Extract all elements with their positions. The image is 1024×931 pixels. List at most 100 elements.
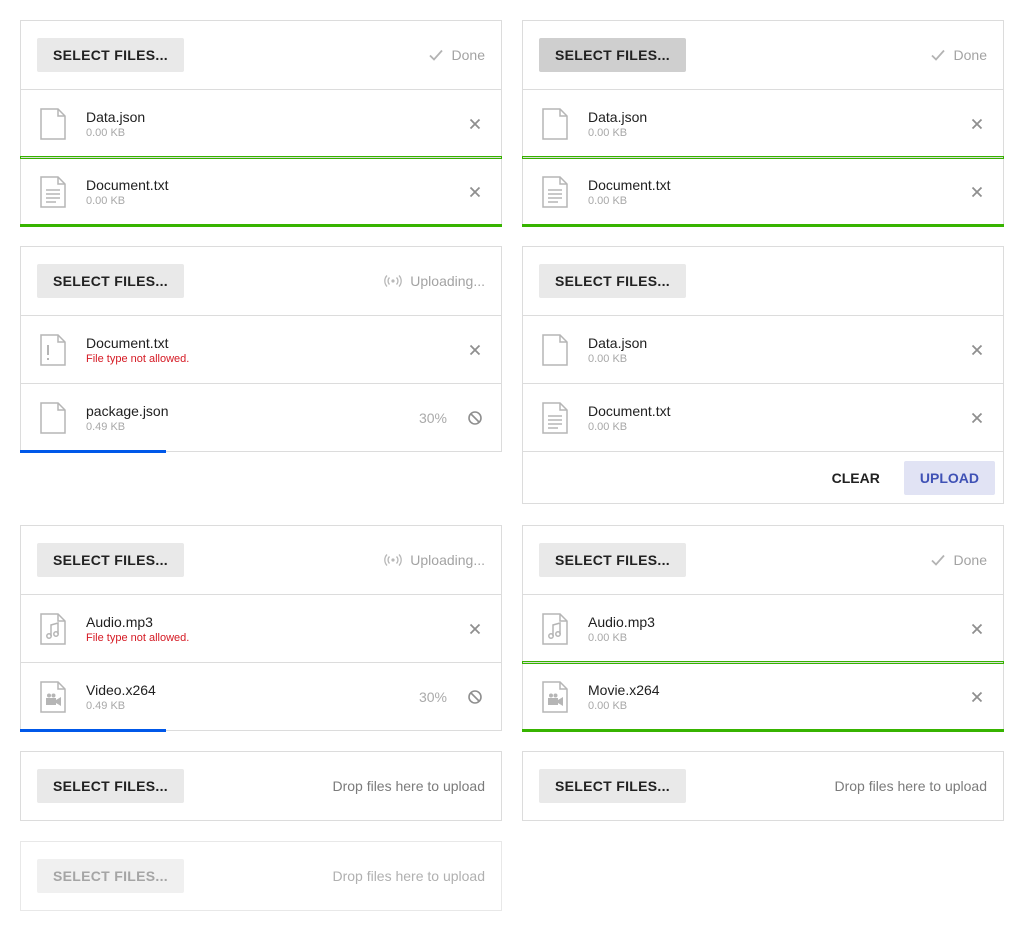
file-audio-icon: [542, 613, 568, 645]
drop-hint: Drop files here to upload: [332, 778, 485, 794]
file-audio-icon: [40, 613, 66, 645]
drop-hint: Drop files here to upload: [834, 778, 987, 794]
upload-panel-9-disabled: SELECT FILES... Drop files here to uploa…: [20, 841, 502, 911]
select-files-button[interactable]: SELECT FILES...: [37, 264, 184, 298]
check-icon: [930, 552, 946, 568]
file-video-icon: [40, 681, 66, 713]
status-text: Done: [953, 47, 987, 63]
file-size: 0.00 KB: [588, 194, 628, 207]
remove-file-icon[interactable]: [969, 116, 985, 132]
remove-file-icon[interactable]: [467, 621, 483, 637]
progress-bar: [20, 729, 166, 732]
file-name: Document.txt: [588, 402, 671, 419]
file-item: Data.json 0.00 KB: [523, 315, 1003, 383]
file-size: 0.00 KB: [588, 420, 628, 433]
file-name: Data.json: [86, 108, 146, 125]
file-name: Document.txt: [86, 334, 169, 351]
file-icon: [542, 108, 568, 140]
file-text-icon: [542, 176, 568, 208]
cancel-upload-icon[interactable]: [467, 410, 483, 426]
file-name: Document.txt: [86, 176, 169, 193]
file-item: package.json 0.49 KB 30%: [20, 383, 501, 453]
file-size: 0.00 KB: [86, 194, 126, 207]
file-item: Document.txt 0.00 KB: [522, 157, 1004, 227]
file-name: Data.json: [588, 334, 648, 351]
file-error-icon: [40, 334, 66, 366]
remove-file-icon[interactable]: [969, 621, 985, 637]
loading-icon: [384, 552, 402, 568]
file-size: 0.49 KB: [86, 420, 126, 433]
file-item: Data.json 0.00 KB: [20, 89, 502, 159]
file-name: Audio.mp3: [588, 613, 655, 630]
file-item: Video.x264 0.49 KB 30%: [20, 662, 501, 732]
upload-toolbar: SELECT FILES... Uploading...: [21, 247, 501, 315]
remove-file-icon[interactable]: [467, 342, 483, 358]
select-files-button[interactable]: SELECT FILES...: [37, 38, 184, 72]
file-error: File type not allowed.: [86, 631, 190, 644]
file-size: 0.00 KB: [588, 631, 628, 644]
file-icon: [40, 108, 66, 140]
file-size: 0.00 KB: [588, 126, 628, 139]
upload-status: Done: [428, 47, 485, 63]
file-error: File type not allowed.: [86, 352, 190, 365]
upload-button[interactable]: UPLOAD: [903, 460, 995, 495]
clear-button[interactable]: CLEAR: [816, 461, 896, 495]
file-size: 0.00 KB: [86, 126, 126, 139]
upload-toolbar: SELECT FILES... Drop files here to uploa…: [21, 752, 501, 820]
select-files-button[interactable]: SELECT FILES...: [539, 38, 686, 72]
status-text: Done: [451, 47, 485, 63]
drop-hint: Drop files here to upload: [332, 868, 485, 884]
select-files-button[interactable]: SELECT FILES...: [37, 769, 184, 803]
select-files-button[interactable]: SELECT FILES...: [539, 264, 686, 298]
upload-toolbar: SELECT FILES... Uploading...: [21, 526, 501, 594]
upload-status: Uploading...: [384, 552, 485, 568]
status-text: Uploading...: [410, 273, 485, 289]
file-name: package.json: [86, 402, 169, 419]
upload-toolbar: SELECT FILES... Done: [523, 526, 1003, 594]
file-item: Audio.mp3 0.00 KB: [522, 594, 1004, 664]
remove-file-icon[interactable]: [467, 184, 483, 200]
remove-file-icon[interactable]: [969, 410, 985, 426]
select-files-button[interactable]: SELECT FILES...: [539, 543, 686, 577]
upload-panel-6: SELECT FILES... Done Audio.mp3 0.00 KB Mo…: [522, 525, 1004, 732]
file-size: 0.49 KB: [86, 699, 126, 712]
select-files-button[interactable]: SELECT FILES...: [37, 543, 184, 577]
file-size: 0.00 KB: [588, 352, 628, 365]
status-text: Done: [953, 552, 987, 568]
loading-icon: [384, 273, 402, 289]
progress-bar: [522, 729, 1004, 732]
file-icon: [542, 334, 568, 366]
upload-toolbar: SELECT FILES... Done: [21, 21, 501, 89]
upload-percent: 30%: [418, 409, 447, 426]
cancel-upload-icon[interactable]: [467, 689, 483, 705]
file-text-icon: [40, 176, 66, 208]
file-video-icon: [542, 681, 568, 713]
select-files-button: SELECT FILES...: [37, 859, 184, 893]
file-icon: [40, 402, 66, 434]
file-size: 0.00 KB: [588, 699, 628, 712]
upload-panel-7[interactable]: SELECT FILES... Drop files here to uploa…: [20, 751, 502, 821]
remove-file-icon[interactable]: [969, 342, 985, 358]
upload-actions: CLEAR UPLOAD: [523, 451, 1003, 503]
upload-panel-4: SELECT FILES... Data.json 0.00 KB Documen…: [522, 246, 1004, 504]
upload-panel-8[interactable]: SELECT FILES... Drop files here to uploa…: [522, 751, 1004, 821]
file-item: Document.txt File type not allowed.: [21, 315, 501, 383]
upload-panel-3: SELECT FILES... Uploading... Document.tx…: [20, 246, 502, 453]
select-files-button[interactable]: SELECT FILES...: [539, 769, 686, 803]
file-name: Data.json: [588, 108, 648, 125]
upload-toolbar: SELECT FILES... Drop files here to uploa…: [21, 842, 501, 910]
status-text: Uploading...: [410, 552, 485, 568]
file-item: Movie.x264 0.00 KB: [522, 662, 1004, 732]
file-text-icon: [542, 402, 568, 434]
file-name: Audio.mp3: [86, 613, 153, 630]
upload-panel-2: SELECT FILES... Done Data.json 0.00 KB Do…: [522, 20, 1004, 227]
file-item: Audio.mp3 File type not allowed.: [21, 594, 501, 662]
remove-file-icon[interactable]: [969, 689, 985, 705]
upload-toolbar: SELECT FILES... Done: [523, 21, 1003, 89]
upload-status: Done: [930, 552, 987, 568]
remove-file-icon[interactable]: [969, 184, 985, 200]
check-icon: [428, 47, 444, 63]
remove-file-icon[interactable]: [467, 116, 483, 132]
file-name: Movie.x264: [588, 681, 660, 698]
file-name: Video.x264: [86, 681, 156, 698]
